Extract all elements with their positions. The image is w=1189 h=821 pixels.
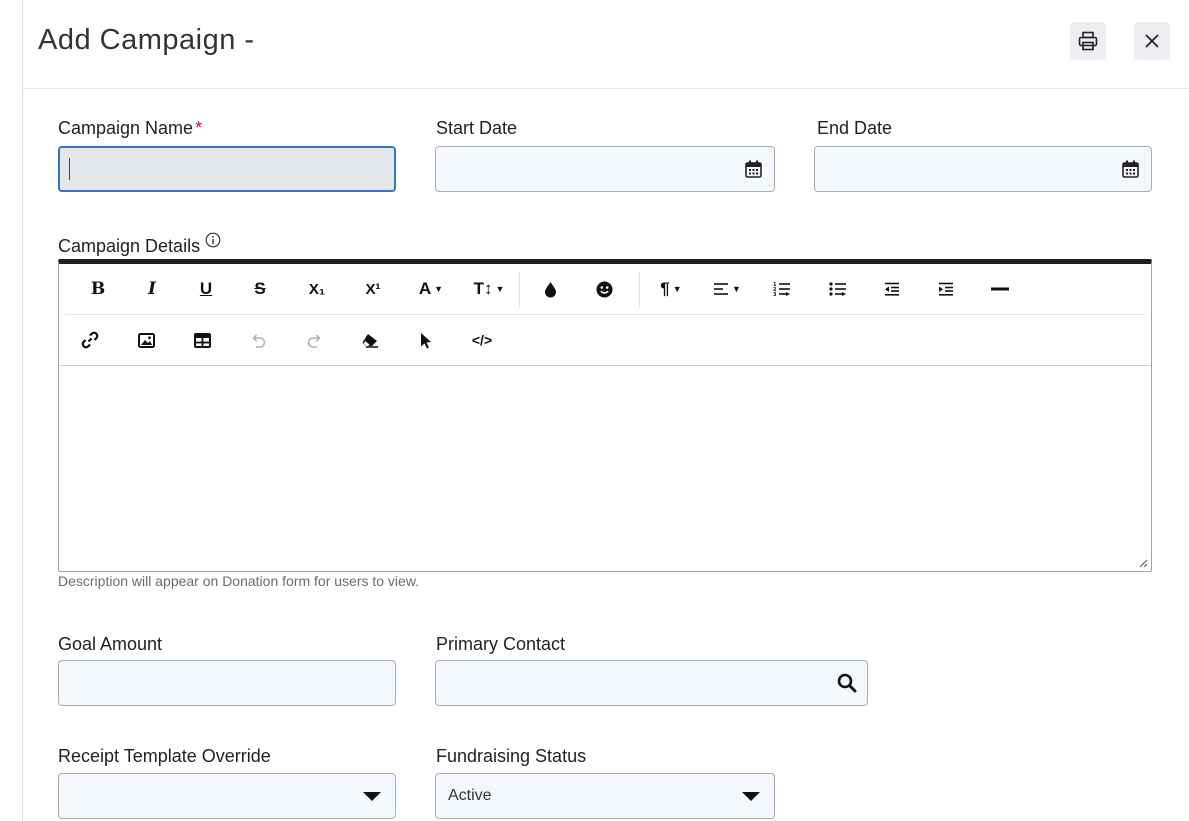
campaign-details-hint: Description will appear on Donation form…: [58, 573, 420, 589]
primary-contact-label: Primary Contact: [436, 634, 566, 654]
smiley-icon: [596, 281, 612, 297]
eraser-icon: [362, 334, 378, 348]
align-button[interactable]: ▼: [707, 264, 747, 314]
caret-down-icon: [363, 792, 381, 801]
modal-title: Add Campaign -: [38, 24, 255, 56]
outdent-icon: [885, 282, 899, 296]
italic-icon: I: [148, 279, 156, 299]
end-date-input[interactable]: [814, 146, 1152, 192]
insert-table-button[interactable]: [187, 315, 217, 365]
editor-toolbar-row-1: B I U S X₁ X¹ A ▼ T↕ ▼ ¶ ▼ ▼ 123: [65, 264, 1145, 315]
strikethrough-icon: S: [254, 279, 266, 298]
bold-icon: B: [90, 279, 106, 299]
end-date-label: End Date: [817, 118, 893, 138]
background-color-button[interactable]: [535, 264, 565, 314]
undo-icon: [251, 333, 265, 348]
unordered-list-icon: [829, 282, 846, 296]
align-left-icon: [714, 283, 729, 295]
add-campaign-modal: Add Campaign - Campaign Name * Start Date…: [22, 0, 1189, 821]
print-button[interactable]: [1070, 22, 1106, 60]
chevron-down-icon: ▼: [434, 284, 444, 294]
superscript-icon: X¹: [365, 280, 381, 298]
campaign-details-label: Campaign Details: [58, 232, 221, 257]
fundraising-status-value: Active: [448, 787, 492, 804]
start-date-label: Start Date: [436, 118, 518, 138]
indent-button[interactable]: [931, 264, 961, 314]
toolbar-separator: [639, 272, 640, 308]
goal-amount-label: Goal Amount: [58, 634, 163, 654]
info-circle-icon[interactable]: [205, 232, 221, 248]
cursor-arrow-icon: [421, 332, 431, 348]
chevron-down-icon: ▼: [672, 284, 682, 294]
image-icon: [137, 332, 155, 348]
ordered-list-button[interactable]: 123: [767, 264, 797, 314]
strikethrough-button[interactable]: S: [245, 264, 275, 314]
printer-icon: [1078, 31, 1098, 51]
horizontal-rule-button[interactable]: [985, 264, 1015, 314]
emoji-button[interactable]: [589, 264, 619, 314]
code-view-button[interactable]: </>: [465, 315, 499, 365]
font-color-button[interactable]: A ▼: [413, 264, 449, 314]
font-size-icon: T↕: [473, 279, 493, 298]
fundraising-status-select[interactable]: Active: [435, 773, 775, 819]
receipt-template-select[interactable]: [58, 773, 396, 819]
svg-text:3: 3: [773, 292, 777, 297]
underline-button[interactable]: U: [191, 264, 221, 314]
campaign-name-label-text: Campaign Name: [58, 118, 194, 138]
subscript-icon: X₁: [308, 280, 326, 298]
clear-format-button[interactable]: [355, 315, 385, 365]
campaign-name-label: Campaign Name *: [58, 118, 202, 139]
superscript-button[interactable]: X¹: [357, 264, 389, 314]
font-size-button[interactable]: T↕ ▼: [467, 264, 511, 314]
subscript-button[interactable]: X₁: [301, 264, 333, 314]
campaign-name-input[interactable]: [58, 146, 396, 192]
unordered-list-button[interactable]: [823, 264, 853, 314]
ordered-list-icon: 123: [773, 282, 790, 297]
link-icon: [81, 331, 99, 349]
close-button[interactable]: [1134, 22, 1170, 60]
editor-toolbar-row-2: </>: [59, 315, 1151, 366]
caret-down-icon: [742, 792, 760, 801]
select-all-button[interactable]: [411, 315, 441, 365]
fundraising-status-label: Fundraising Status: [436, 746, 587, 766]
resize-handle-icon[interactable]: [1138, 558, 1148, 568]
bold-button[interactable]: B: [83, 264, 113, 314]
modal-header: Add Campaign -: [23, 0, 1189, 89]
paragraph-icon: ¶: [660, 279, 670, 298]
paragraph-button[interactable]: ¶ ▼: [653, 264, 689, 314]
redo-icon: [307, 333, 321, 348]
required-asterisk: *: [195, 118, 203, 138]
table-icon: [193, 332, 211, 348]
calendar-icon[interactable]: [1122, 160, 1139, 178]
calendar-icon[interactable]: [745, 160, 762, 178]
receipt-template-label: Receipt Template Override: [58, 746, 271, 766]
campaign-details-label-text: Campaign Details: [58, 236, 201, 256]
outdent-button[interactable]: [877, 264, 907, 314]
insert-link-button[interactable]: [75, 315, 105, 365]
code-icon: </>: [471, 332, 493, 348]
goal-amount-input[interactable]: [58, 660, 396, 706]
underline-icon: U: [199, 279, 213, 298]
start-date-input[interactable]: [435, 146, 775, 192]
undo-button[interactable]: [243, 315, 273, 365]
text-caret: [69, 158, 70, 180]
chevron-down-icon: ▼: [732, 284, 741, 294]
font-color-icon: A: [418, 279, 432, 298]
toolbar-separator: [519, 272, 520, 308]
search-icon[interactable]: [837, 673, 857, 693]
insert-image-button[interactable]: [131, 315, 161, 365]
primary-contact-input[interactable]: [435, 660, 868, 706]
close-icon: [1145, 34, 1159, 48]
chevron-down-icon: ▼: [495, 284, 505, 294]
rich-text-editor: B I U S X₁ X¹ A ▼ T↕ ▼ ¶ ▼ ▼ 123 </>: [58, 259, 1152, 572]
horizontal-rule-icon: [991, 287, 1009, 291]
droplet-icon: [544, 281, 556, 297]
indent-icon: [939, 282, 953, 296]
italic-button[interactable]: I: [137, 264, 167, 314]
redo-button[interactable]: [299, 315, 329, 365]
